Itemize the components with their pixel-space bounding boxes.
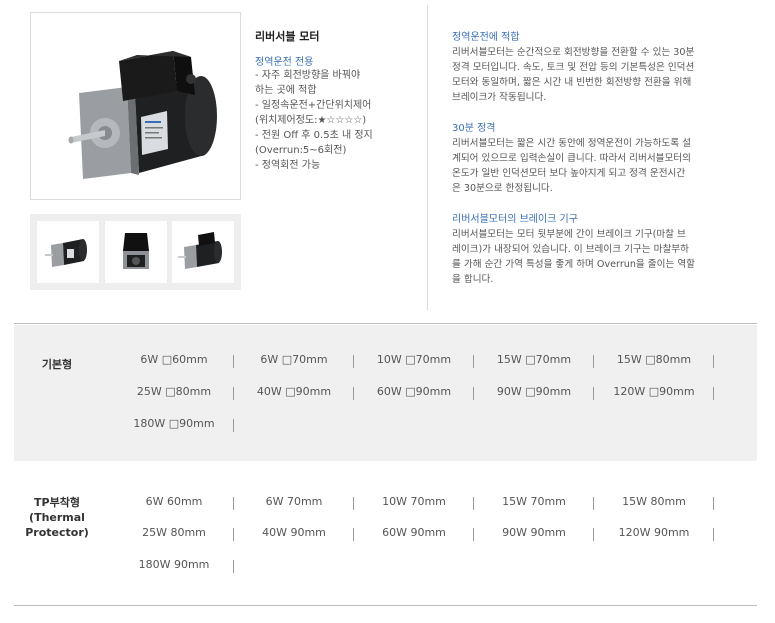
spec-item-text: 40W 90mm (262, 526, 326, 539)
description-body: 리버서블모터는 모터 뒷부분에 간이 브레이크 기구(마찰 브 레이크)가 내장… (452, 229, 695, 285)
table-top-border (14, 323, 757, 324)
spec-item-text: 15W □70mm (496, 353, 572, 366)
spec-item-text: 25W □80mm (136, 385, 212, 398)
spec-item: 180W □90mm (114, 417, 234, 433)
column-separator (713, 528, 714, 541)
description-block: 정역운전에 적합 리버서블모터는 순간적으로 회전방향을 전환할 수 있는 30… (452, 30, 737, 105)
spec-item: 25W 80mm (114, 526, 234, 542)
vertical-divider (427, 5, 428, 310)
motor-thumb-icon (123, 233, 149, 269)
spec-item-text: 60W □90mm (376, 385, 452, 398)
spec-item: 180W 90mm (114, 558, 234, 574)
product-title: 리버서블 모터 (255, 30, 320, 43)
spec-item: 6W □60mm (114, 353, 234, 369)
spec-item-text: 60W 90mm (382, 526, 446, 539)
spec-row-basic: 기본형 6W □60mm 6W □70mm 10W □70mm 15W □70mm 15… (14, 325, 757, 461)
spec-item-text: 90W 90mm (502, 526, 566, 539)
thumbnail-2[interactable] (105, 221, 167, 283)
spec-item-text: 120W □90mm (613, 385, 695, 398)
spec-item-text: 6W 70mm (265, 495, 323, 508)
spec-item-text: 90W □90mm (496, 385, 572, 398)
row-label-line: TP부착형 (34, 496, 80, 509)
feature-text: - 정역회전 가능 (255, 160, 321, 171)
spec-item-text: 40W □90mm (256, 385, 332, 398)
spec-item: 90W 90mm (474, 526, 594, 542)
spec-item-text: 25W 80mm (142, 526, 206, 539)
feature-item: - 전원 Off 후 0.5초 내 정지 (Overrun:5~6회전) (255, 128, 373, 158)
feature-text: (Overrun:5~6회전) (255, 145, 347, 156)
description-body: 리버서블모터는 짧은 시간 동안에 정역운전이 가능하도록 설 계되어 있으므로… (452, 138, 691, 194)
description-block: 30분 정격 리버서블모터는 짧은 시간 동안에 정역운전이 가능하도록 설 계… (452, 121, 737, 196)
spec-item: 10W □70mm (354, 353, 474, 369)
column-separator (233, 560, 234, 573)
spec-item-text: 180W 90mm (138, 558, 210, 571)
row-label: TP부착형 (Thermal Protector) (14, 495, 100, 540)
spec-item: 15W □80mm (594, 353, 714, 369)
column-separator (713, 355, 714, 368)
spec-item-text: 6W 60mm (145, 495, 203, 508)
spec-item-text: 10W □70mm (376, 353, 452, 366)
feature-list: - 자주 회전방향을 바꿔야 하는 곳에 적합 - 일정속운전+간단위치제어 (위… (255, 68, 373, 173)
spec-item-text: 15W 80mm (622, 495, 686, 508)
table-bottom-border (14, 605, 757, 606)
feature-item: - 자주 회전방향을 바꿔야 하는 곳에 적합 (255, 68, 373, 98)
spec-item: 40W 90mm (234, 526, 354, 542)
reversible-motor-icon (68, 51, 217, 179)
spec-item-text: 6W □70mm (260, 353, 328, 366)
thumbnail-strip (30, 214, 241, 290)
spec-item: 6W □70mm (234, 353, 354, 369)
description-heading: 30분 정격 (452, 123, 496, 134)
spec-item: 15W □70mm (474, 353, 594, 369)
spec-item-text: 10W 70mm (382, 495, 446, 508)
spec-item-text: 15W 70mm (502, 495, 566, 508)
spec-item: 25W □80mm (114, 385, 234, 401)
main-product-image (30, 12, 241, 200)
column-separator (713, 387, 714, 400)
feature-text: (위치제어정도:★☆☆☆☆) (255, 115, 367, 126)
spec-item: 60W 90mm (354, 526, 474, 542)
row-label-line: (Thermal (29, 511, 85, 524)
description-body: 리버서블모터는 순간적으로 회전방향을 전환할 수 있는 30분 정격 모터입니… (452, 47, 695, 103)
motor-thumb-icon (178, 232, 222, 269)
column-separator (713, 497, 714, 510)
row-label: 기본형 (41, 358, 73, 371)
spec-item: 6W 60mm (114, 495, 234, 511)
feature-item: - 정역회전 가능 (255, 158, 373, 173)
spec-item: 6W 70mm (234, 495, 354, 511)
feature-text: - 전원 Off 후 0.5초 내 정지 (255, 130, 373, 141)
feature-text: - 일정속운전+간단위치제어 (255, 100, 372, 111)
feature-item: - 일정속운전+간단위치제어 (위치제어정도:★☆☆☆☆) (255, 98, 373, 128)
spec-item: 120W 90mm (594, 526, 714, 542)
spec-item-text: 6W □60mm (140, 353, 208, 366)
spec-item: 90W □90mm (474, 385, 594, 401)
spec-item: 40W □90mm (234, 385, 354, 401)
spec-item: 120W □90mm (594, 385, 714, 401)
description-block: 리버서블모터의 브레이크 기구 리버서블모터는 모터 뒷부분에 간이 브레이크 … (452, 212, 737, 287)
spec-row-tp: TP부착형 (Thermal Protector) 6W 60mm 6W 70mm 10… (14, 461, 757, 606)
spec-item-text: 15W □80mm (616, 353, 692, 366)
features-title: 정역운전 전용 (255, 57, 314, 68)
spec-item: 15W 80mm (594, 495, 714, 511)
spec-item-text: 120W 90mm (618, 526, 690, 539)
feature-text: - 자주 회전방향을 바꿔야 (255, 70, 361, 81)
row-label-line: Protector) (25, 526, 89, 539)
thumbnail-1[interactable] (37, 221, 99, 283)
spec-item: 15W 70mm (474, 495, 594, 511)
spec-item: 10W 70mm (354, 495, 474, 511)
description-heading: 정역운전에 적합 (452, 32, 520, 43)
feature-text: 하는 곳에 적합 (255, 85, 317, 96)
column-separator (233, 419, 234, 432)
spec-item: 60W □90mm (354, 385, 474, 401)
description-heading: 리버서블모터의 브레이크 기구 (452, 214, 578, 225)
motor-thumb-icon (45, 239, 87, 267)
thumbnail-3[interactable] (172, 221, 234, 283)
spec-item-text: 180W □90mm (133, 417, 215, 430)
